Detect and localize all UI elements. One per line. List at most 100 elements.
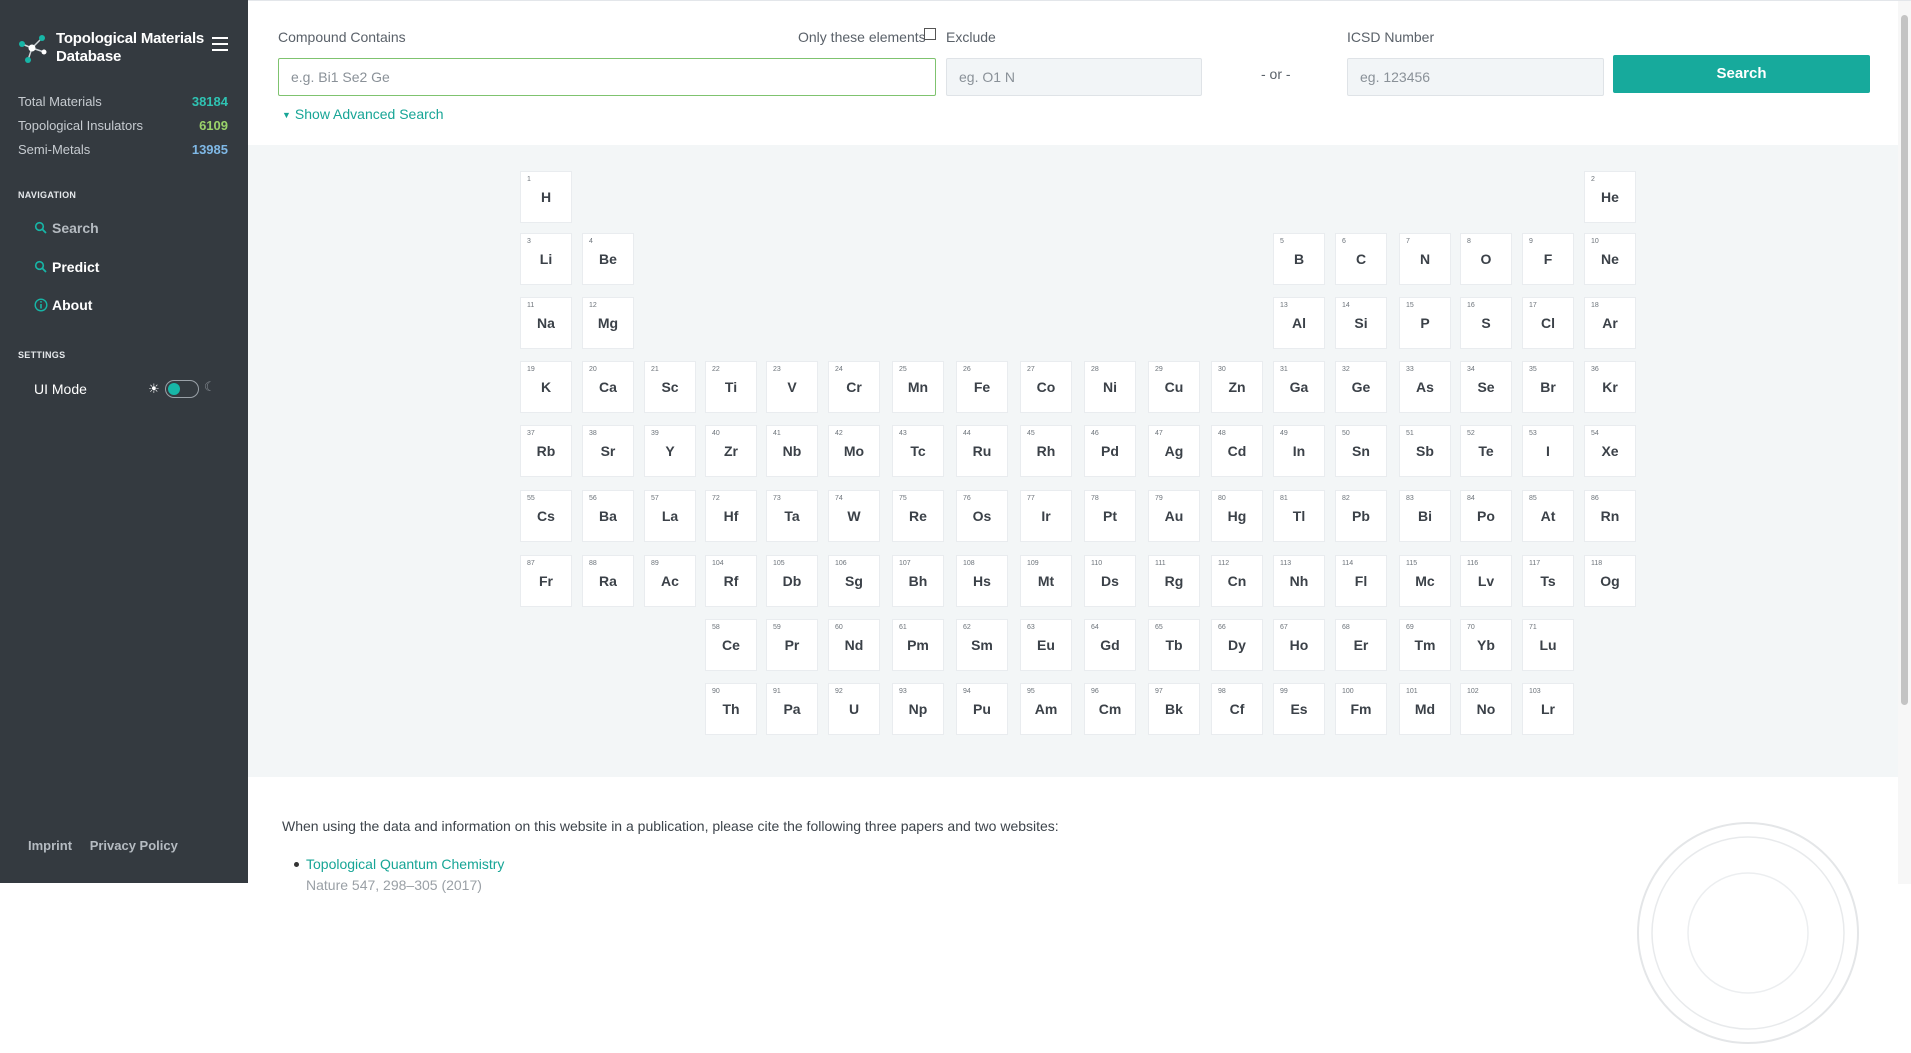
element-ru[interactable]: 44 Ru	[956, 425, 1008, 477]
nav-item-about[interactable]: About	[34, 295, 214, 319]
element-re[interactable]: 75 Re	[892, 490, 944, 542]
element-v[interactable]: 23 V	[766, 361, 818, 413]
element-es[interactable]: 99 Es	[1273, 683, 1325, 735]
vertical-scrollbar[interactable]	[1898, 1, 1911, 884]
element-at[interactable]: 85 At	[1522, 490, 1574, 542]
element-fr[interactable]: 87 Fr	[520, 555, 572, 607]
element-pm[interactable]: 61 Pm	[892, 619, 944, 671]
element-rf[interactable]: 104 Rf	[705, 555, 757, 607]
element-tm[interactable]: 69 Tm	[1399, 619, 1451, 671]
element-nd[interactable]: 60 Nd	[828, 619, 880, 671]
element-bk[interactable]: 97 Bk	[1148, 683, 1200, 735]
element-rn[interactable]: 86 Rn	[1584, 490, 1636, 542]
element-ra[interactable]: 88 Ra	[582, 555, 634, 607]
element-sm[interactable]: 62 Sm	[956, 619, 1008, 671]
scrollbar-thumb[interactable]	[1901, 15, 1908, 705]
show-advanced-search-link[interactable]: ▼ Show Advanced Search	[282, 106, 444, 122]
element-ta[interactable]: 73 Ta	[766, 490, 818, 542]
element-tc[interactable]: 43 Tc	[892, 425, 944, 477]
element-er[interactable]: 68 Er	[1335, 619, 1387, 671]
element-sb[interactable]: 51 Sb	[1399, 425, 1451, 477]
element-se[interactable]: 34 Se	[1460, 361, 1512, 413]
element-fm[interactable]: 100 Fm	[1335, 683, 1387, 735]
element-pd[interactable]: 46 Pd	[1084, 425, 1136, 477]
element-y[interactable]: 39 Y	[644, 425, 696, 477]
element-i[interactable]: 53 I	[1522, 425, 1574, 477]
search-button[interactable]: Search	[1613, 55, 1870, 93]
element-po[interactable]: 84 Po	[1460, 490, 1512, 542]
nav-item-predict[interactable]: Predict	[34, 257, 214, 281]
element-ce[interactable]: 58 Ce	[705, 619, 757, 671]
element-b[interactable]: 5B	[1273, 233, 1325, 285]
element-mt[interactable]: 109 Mt	[1020, 555, 1072, 607]
brand[interactable]: Topological Materials Database	[18, 28, 228, 68]
element-br[interactable]: 35 Br	[1522, 361, 1574, 413]
element-rh[interactable]: 45 Rh	[1020, 425, 1072, 477]
element-lu[interactable]: 71 Lu	[1522, 619, 1574, 671]
element-na[interactable]: 11 Na	[520, 297, 572, 349]
element-gd[interactable]: 64 Gd	[1084, 619, 1136, 671]
element-ds[interactable]: 110 Ds	[1084, 555, 1136, 607]
privacy-policy-link[interactable]: Privacy Policy	[90, 838, 178, 853]
element-au[interactable]: 79 Au	[1148, 490, 1200, 542]
element-rb[interactable]: 37 Rb	[520, 425, 572, 477]
element-k[interactable]: 19 K	[520, 361, 572, 413]
element-cn[interactable]: 112 Cn	[1211, 555, 1263, 607]
element-ge[interactable]: 32 Ge	[1335, 361, 1387, 413]
element-sn[interactable]: 50 Sn	[1335, 425, 1387, 477]
element-md[interactable]: 101 Md	[1399, 683, 1451, 735]
element-ca[interactable]: 20 Ca	[582, 361, 634, 413]
element-li[interactable]: 3 Li	[520, 233, 572, 285]
hamburger-menu-icon[interactable]	[212, 37, 228, 51]
element-he[interactable]: 2 He	[1584, 171, 1636, 223]
element-cd[interactable]: 48 Cd	[1211, 425, 1263, 477]
element-yb[interactable]: 70 Yb	[1460, 619, 1512, 671]
icsd-number-input[interactable]	[1347, 58, 1604, 96]
element-w[interactable]: 74 W	[828, 490, 880, 542]
element-bi[interactable]: 83 Bi	[1399, 490, 1451, 542]
element-ir[interactable]: 77 Ir	[1020, 490, 1072, 542]
exclude-input[interactable]	[946, 58, 1202, 96]
ui-mode-toggle[interactable]	[165, 380, 199, 398]
element-c[interactable]: 6C	[1335, 233, 1387, 285]
compound-contains-input[interactable]	[278, 58, 936, 96]
element-mc[interactable]: 115 Mc	[1399, 555, 1451, 607]
element-tl[interactable]: 81 Tl	[1273, 490, 1325, 542]
element-ni[interactable]: 28 Ni	[1084, 361, 1136, 413]
element-kr[interactable]: 36 Kr	[1584, 361, 1636, 413]
element-pt[interactable]: 78 Pt	[1084, 490, 1136, 542]
element-o[interactable]: 8O	[1460, 233, 1512, 285]
element-pu[interactable]: 94 Pu	[956, 683, 1008, 735]
element-la[interactable]: 57 La	[644, 490, 696, 542]
element-zr[interactable]: 40 Zr	[705, 425, 757, 477]
element-og[interactable]: 118 Og	[1584, 555, 1636, 607]
element-sr[interactable]: 38 Sr	[582, 425, 634, 477]
element-u[interactable]: 92 U	[828, 683, 880, 735]
element-lv[interactable]: 116 Lv	[1460, 555, 1512, 607]
element-rg[interactable]: 111 Rg	[1148, 555, 1200, 607]
element-am[interactable]: 95 Am	[1020, 683, 1072, 735]
element-te[interactable]: 52 Te	[1460, 425, 1512, 477]
element-np[interactable]: 93 Np	[892, 683, 944, 735]
element-os[interactable]: 76 Os	[956, 490, 1008, 542]
element-ne[interactable]: 10 Ne	[1584, 233, 1636, 285]
element-lr[interactable]: 103 Lr	[1522, 683, 1574, 735]
element-bh[interactable]: 107 Bh	[892, 555, 944, 607]
element-s[interactable]: 16 S	[1460, 297, 1512, 349]
element-as[interactable]: 33 As	[1399, 361, 1451, 413]
element-cl[interactable]: 17 Cl	[1522, 297, 1574, 349]
element-db[interactable]: 105 Db	[766, 555, 818, 607]
element-co[interactable]: 27 Co	[1020, 361, 1072, 413]
imprint-link[interactable]: Imprint	[28, 838, 72, 853]
element-cf[interactable]: 98 Cf	[1211, 683, 1263, 735]
element-f[interactable]: 9F	[1522, 233, 1574, 285]
element-h[interactable]: 1H	[520, 171, 572, 223]
element-ac[interactable]: 89 Ac	[644, 555, 696, 607]
element-ho[interactable]: 67 Ho	[1273, 619, 1325, 671]
element-hf[interactable]: 72 Hf	[705, 490, 757, 542]
element-in[interactable]: 49 In	[1273, 425, 1325, 477]
element-fl[interactable]: 114 Fl	[1335, 555, 1387, 607]
only-these-elements-checkbox[interactable]	[924, 28, 936, 40]
element-ba[interactable]: 56 Ba	[582, 490, 634, 542]
element-zn[interactable]: 30 Zn	[1211, 361, 1263, 413]
